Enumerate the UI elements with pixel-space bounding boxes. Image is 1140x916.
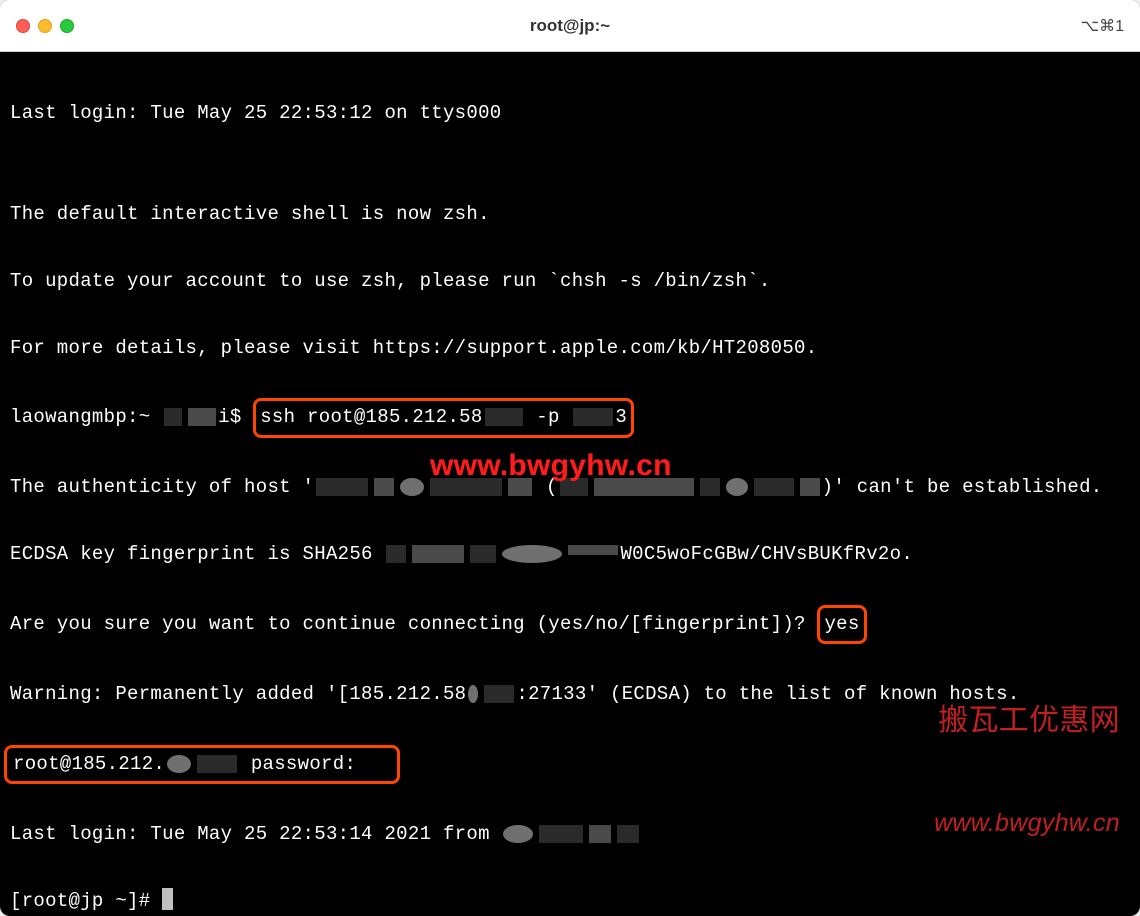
terminal-line: laowangmbp:~ i$ ssh root@185.212.58 -p 3 [10,398,1130,437]
censored-block [501,825,641,843]
last-login: Last login: Tue May 25 22:53:14 2021 fro… [10,823,501,845]
censored-block [165,755,239,773]
minimize-button[interactable] [38,19,52,33]
confirm-answer: yes [824,613,859,635]
terminal-line: To update your account to use zsh, pleas… [10,265,1130,298]
window-title: root@jp:~ [530,16,610,36]
terminal-line: Last login: Tue May 25 22:53:12 on ttys0… [10,97,1130,130]
ssh-cmd-port: 3 [615,406,627,428]
censored-block [466,685,516,703]
censored-block [384,545,620,563]
ssh-command-highlight: ssh root@185.212.58 -p 3 [253,398,634,437]
terminal-line: [root@jp ~]# [10,885,1130,916]
ssh-cmd-p: -p [525,406,572,428]
yes-answer-highlight: yes [817,605,866,644]
pass-prompt: root@185.212. [13,753,165,775]
ssh-cmd: ssh root@185.212.58 [260,406,482,428]
window-shortcut: ⌥⌘1 [1081,16,1124,36]
censored-block [162,408,218,426]
auth-text: ( [546,476,558,498]
terminal-content[interactable]: Last login: Tue May 25 22:53:12 on ttys0… [0,52,1140,916]
remote-prompt: [root@jp ~]# [10,890,162,912]
terminal-line: The default interactive shell is now zsh… [10,198,1130,231]
censored-block [573,408,613,426]
ecdsa-text: ECDSA key fingerprint is SHA256 [10,543,373,565]
terminal-line: Warning: Permanently added '[185.212.58:… [10,678,1130,711]
censored-block [314,478,534,496]
terminal-line: root@185.212. password: [10,745,1130,784]
terminal-line: The authenticity of host ' ( )' can't be … [10,471,1130,504]
warn-text: :27133' (ECDSA) to the list of known hos… [516,683,1019,705]
censored-block [558,478,822,496]
terminal-line: ECDSA key fingerprint is SHA256 W0C5woFc… [10,538,1130,571]
password-prompt-highlight: root@185.212. password: [4,745,400,784]
warn-text: Warning: Permanently added '[185.212.58 [10,683,466,705]
terminal-window: root@jp:~ ⌥⌘1 Last login: Tue May 25 22:… [0,0,1140,916]
auth-text: )' can't be established. [822,476,1103,498]
window-titlebar: root@jp:~ ⌥⌘1 [0,0,1140,52]
cursor [162,888,173,910]
terminal-line: Last login: Tue May 25 22:53:14 2021 fro… [10,818,1130,851]
auth-text: The authenticity of host ' [10,476,314,498]
close-button[interactable] [16,19,30,33]
pass-prompt: password: [239,753,356,775]
maximize-button[interactable] [60,19,74,33]
confirm-prompt: Are you sure you want to continue connec… [10,613,817,635]
prompt-suffix: i$ [218,406,253,428]
terminal-line: Are you sure you want to continue connec… [10,605,1130,644]
ecdsa-text: W0C5woFcGBw/CHVsBUKfRv2o. [620,543,913,565]
local-prompt: laowangmbp:~ [10,406,162,428]
censored-block [485,408,523,426]
terminal-line: For more details, please visit https://s… [10,332,1130,365]
traffic-lights [16,19,74,33]
